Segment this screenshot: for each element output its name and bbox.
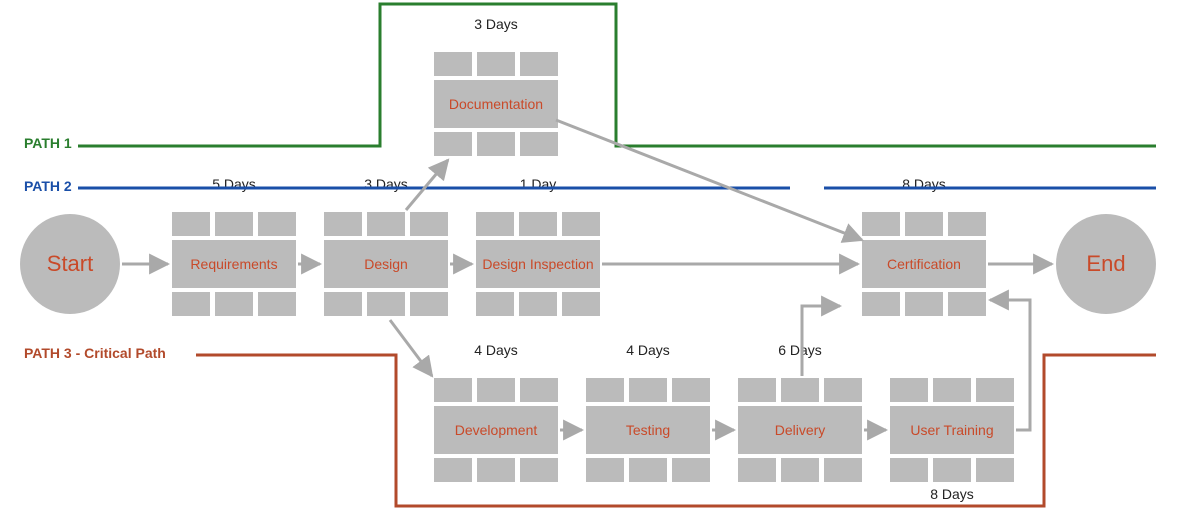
design-inspection-duration: 1 Day <box>476 176 600 192</box>
task-label: Design <box>324 240 448 288</box>
arrow-delivery-certification <box>802 306 840 376</box>
task-top-cells <box>434 52 558 76</box>
delivery-duration: 6 Days <box>738 342 862 358</box>
development-duration: 4 Days <box>434 342 558 358</box>
task-user-training: User Training <box>890 378 1014 482</box>
task-label: Certification <box>862 240 986 288</box>
task-label: Requirements <box>172 240 296 288</box>
task-top-cells <box>890 378 1014 402</box>
task-bottom-cells <box>738 458 862 482</box>
path1-label: PATH 1 <box>24 135 72 151</box>
task-top-cells <box>324 212 448 236</box>
task-delivery: Delivery <box>738 378 862 482</box>
end-label: End <box>1086 251 1125 277</box>
diagram-canvas: PATH 1 PATH 2 PATH 3 - Critical Path Sta… <box>0 0 1180 514</box>
path1-line <box>78 4 1156 146</box>
task-bottom-cells <box>862 292 986 316</box>
task-requirements: Requirements <box>172 212 296 316</box>
path3-label: PATH 3 - Critical Path <box>24 345 166 361</box>
task-design-inspection: Design Inspection <box>476 212 600 316</box>
task-top-cells <box>476 212 600 236</box>
arrow-documentation-certification <box>556 120 862 240</box>
task-bottom-cells <box>324 292 448 316</box>
task-bottom-cells <box>434 458 558 482</box>
task-top-cells <box>862 212 986 236</box>
path2-label: PATH 2 <box>24 178 72 194</box>
task-label: Development <box>434 406 558 454</box>
documentation-duration: 3 Days <box>434 16 558 32</box>
task-bottom-cells <box>434 132 558 156</box>
task-bottom-cells <box>890 458 1014 482</box>
start-label: Start <box>47 251 93 277</box>
user-training-duration: 8 Days <box>890 486 1014 502</box>
task-label: Design Inspection <box>476 240 600 288</box>
design-duration: 3 Days <box>324 176 448 192</box>
task-documentation: Documentation <box>434 52 558 156</box>
task-top-cells <box>172 212 296 236</box>
task-testing: Testing <box>586 378 710 482</box>
task-top-cells <box>434 378 558 402</box>
task-bottom-cells <box>476 292 600 316</box>
task-certification: Certification <box>862 212 986 316</box>
task-top-cells <box>738 378 862 402</box>
task-label: Delivery <box>738 406 862 454</box>
arrow-design-development <box>390 320 432 376</box>
testing-duration: 4 Days <box>586 342 710 358</box>
task-label: Documentation <box>434 80 558 128</box>
task-label: User Training <box>890 406 1014 454</box>
task-bottom-cells <box>586 458 710 482</box>
task-design: Design <box>324 212 448 316</box>
certification-duration: 8 Days <box>862 176 986 192</box>
task-top-cells <box>586 378 710 402</box>
start-terminal: Start <box>20 214 120 314</box>
end-terminal: End <box>1056 214 1156 314</box>
task-label: Testing <box>586 406 710 454</box>
requirements-duration: 5 Days <box>172 176 296 192</box>
task-development: Development <box>434 378 558 482</box>
task-bottom-cells <box>172 292 296 316</box>
